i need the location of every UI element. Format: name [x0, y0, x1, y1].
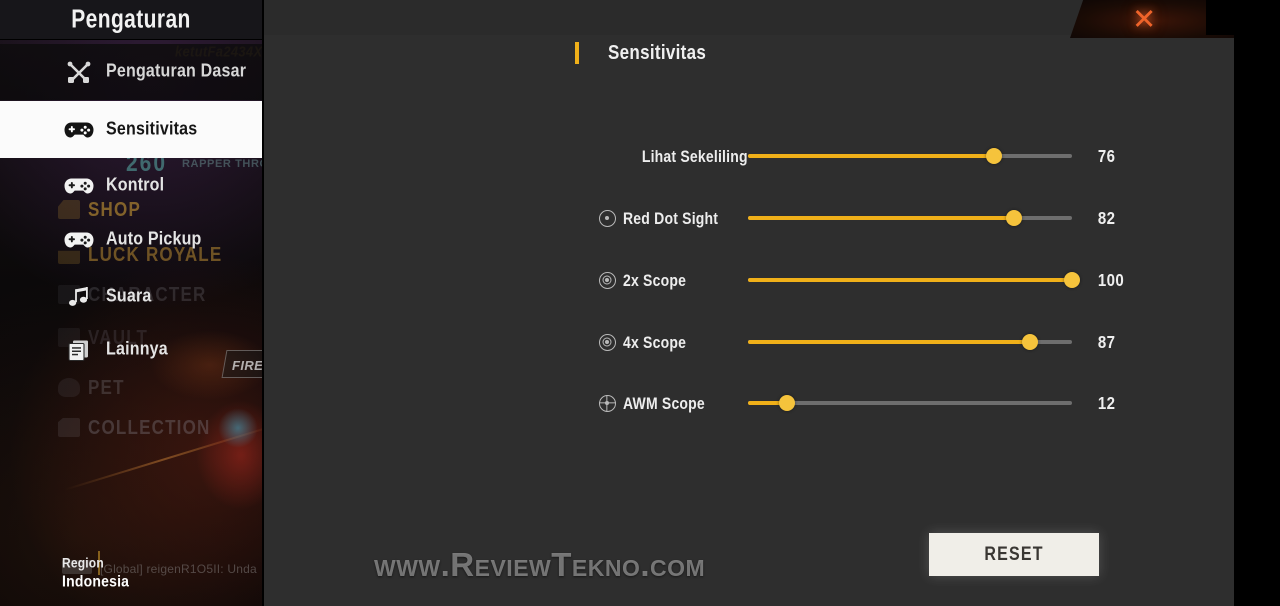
sidebar-item-label: Pengaturan Dasar	[106, 61, 247, 82]
slider-label-wrap: 2x Scope	[597, 270, 748, 290]
slider-label: 4x Scope	[623, 332, 687, 352]
slider-label: 2x Scope	[623, 270, 687, 290]
slider-track-awm-scope[interactable]	[747, 393, 1072, 413]
right-gutter-top	[1206, 0, 1234, 35]
slider-row-red-dot-sight: Red Dot Sight 82	[597, 203, 1157, 233]
sidebar-title: Pengaturan	[71, 4, 191, 33]
sidebar-item-sensitivitas[interactable]: Sensitivitas	[0, 101, 262, 158]
documents-icon	[62, 339, 96, 362]
sidebar-item-label: Kontrol	[106, 175, 165, 196]
slider-knob[interactable]	[778, 395, 795, 411]
slider-track-base	[747, 401, 1072, 405]
slider-track-2x-scope[interactable]	[747, 270, 1080, 290]
settings-screen: ketutFa2434X 260 RAPPER THROT SHOP LUCK …	[0, 0, 1280, 606]
slider-value: 87	[1097, 331, 1116, 353]
sidebar: ketutFa2434X 260 RAPPER THROT SHOP LUCK …	[0, 0, 262, 606]
close-x-icon: ✕	[1132, 2, 1157, 36]
slider-knob[interactable]	[1063, 272, 1080, 288]
slider-row-2x-scope: 2x Scope 100	[597, 265, 1157, 295]
music-note-icon	[62, 286, 96, 308]
slider-label-wrap: Red Dot Sight	[597, 208, 748, 228]
region-info: Region Indonesia	[62, 554, 130, 591]
slider-knob[interactable]	[1005, 210, 1022, 226]
sidebar-item-label: Auto Pickup	[106, 229, 202, 250]
2x-scope-icon	[597, 270, 617, 290]
sidebar-item-kontrol[interactable]: Kontrol	[0, 158, 262, 214]
slider-knob[interactable]	[1021, 334, 1038, 350]
gamepad-icon	[62, 231, 96, 249]
sidebar-item-suara[interactable]: Suara	[0, 269, 262, 325]
sidebar-item-label: Lainnya	[106, 339, 168, 360]
slider-track-lihat-sekeliling[interactable]	[747, 146, 1072, 166]
sidebar-item-label: Suara	[106, 286, 152, 307]
section-title: Sensitivitas	[608, 41, 707, 64]
sidebar-title-bar: Pengaturan	[0, 0, 262, 40]
region-value: Indonesia	[62, 571, 130, 591]
slider-track-4x-scope[interactable]	[747, 332, 1072, 352]
gamepad-icon	[62, 121, 96, 139]
slider-value: 76	[1097, 145, 1116, 167]
slider-label: Lihat Sekeliling	[641, 146, 748, 166]
slider-track-fill	[747, 216, 1014, 220]
background-glow-cyan	[218, 408, 258, 448]
section-accent-bar	[575, 42, 579, 64]
sidebar-item-lainnya[interactable]: Lainnya	[0, 322, 262, 378]
reset-button-label: RESET	[984, 543, 1044, 565]
sidebar-item-label: Sensitivitas	[106, 118, 198, 139]
slider-track-red-dot-sight[interactable]	[747, 208, 1072, 228]
slider-label: Red Dot Sight	[623, 208, 719, 228]
site-watermark: www.ReviewTekno.com	[374, 546, 706, 583]
sidebar-item-pengaturan-dasar[interactable]: Pengaturan Dasar	[0, 44, 262, 100]
awm-scope-icon	[597, 393, 617, 413]
slider-row-lihat-sekeliling: Lihat Sekeliling 76	[597, 141, 1157, 171]
slider-value: 82	[1097, 207, 1116, 229]
slider-label-wrap: 4x Scope	[597, 332, 748, 352]
slider-track-fill	[747, 278, 1072, 282]
section-header: Sensitivitas	[575, 41, 707, 64]
slider-row-4x-scope: 4x Scope 87	[597, 327, 1157, 357]
slider-track-fill	[747, 154, 995, 158]
4x-scope-icon	[597, 332, 617, 352]
slider-row-awm-scope: AWM Scope 12	[597, 388, 1157, 418]
slider-label: AWM Scope	[623, 393, 705, 413]
region-label: Region	[62, 554, 104, 572]
slider-value: 12	[1097, 392, 1116, 414]
ghost-collection-icon	[58, 418, 80, 437]
red-dot-scope-icon	[597, 208, 617, 228]
reset-button[interactable]: RESET	[929, 533, 1099, 576]
gamepad-icon	[62, 177, 96, 195]
slider-value: 100	[1097, 269, 1125, 291]
slider-knob[interactable]	[986, 148, 1003, 164]
ghost-pet-icon	[58, 378, 80, 397]
settings-panel: ✕ Sensitivitas Lihat Sekeliling 76 Red D…	[264, 0, 1234, 606]
slider-label-wrap: AWM Scope	[597, 393, 748, 413]
slider-label-wrap: Lihat Sekeliling	[597, 146, 748, 166]
sidebar-item-auto-pickup[interactable]: Auto Pickup	[0, 212, 262, 268]
tools-icon	[62, 60, 96, 84]
slider-track-fill	[747, 340, 1030, 344]
right-gutter	[1234, 0, 1280, 606]
